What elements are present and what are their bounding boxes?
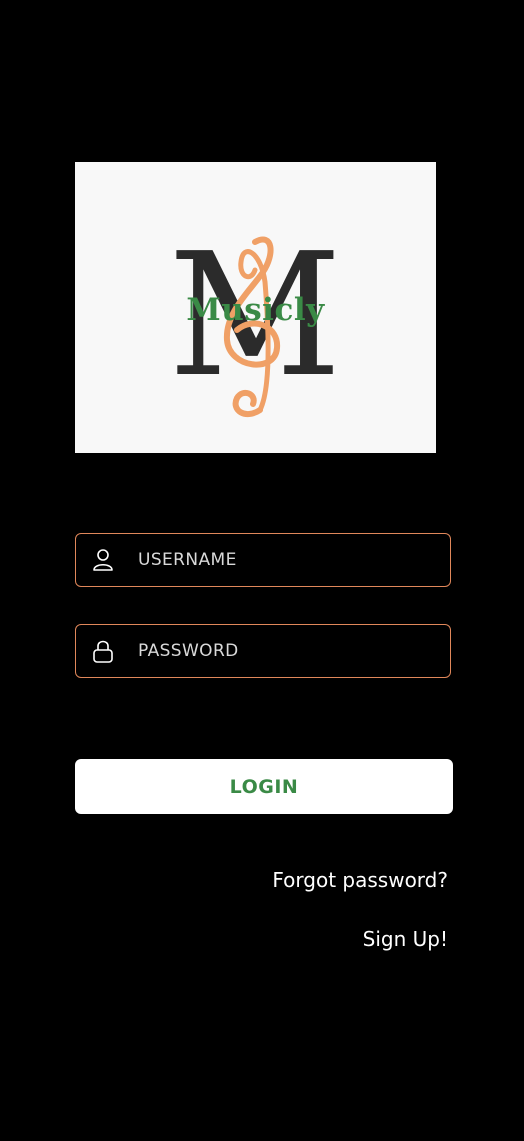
lock-icon xyxy=(93,640,113,663)
username-input[interactable] xyxy=(138,534,438,585)
user-icon xyxy=(93,549,113,571)
username-field[interactable] xyxy=(75,533,451,587)
password-field[interactable] xyxy=(75,624,451,678)
forgot-password-link[interactable]: Forgot password? xyxy=(272,868,448,892)
app-logo: M Musicly xyxy=(75,162,436,453)
password-input[interactable] xyxy=(138,625,438,676)
sign-up-link[interactable]: Sign Up! xyxy=(363,927,448,951)
login-button[interactable]: LOGIN xyxy=(75,759,453,814)
logo-wordmark: Musicly xyxy=(186,292,325,328)
